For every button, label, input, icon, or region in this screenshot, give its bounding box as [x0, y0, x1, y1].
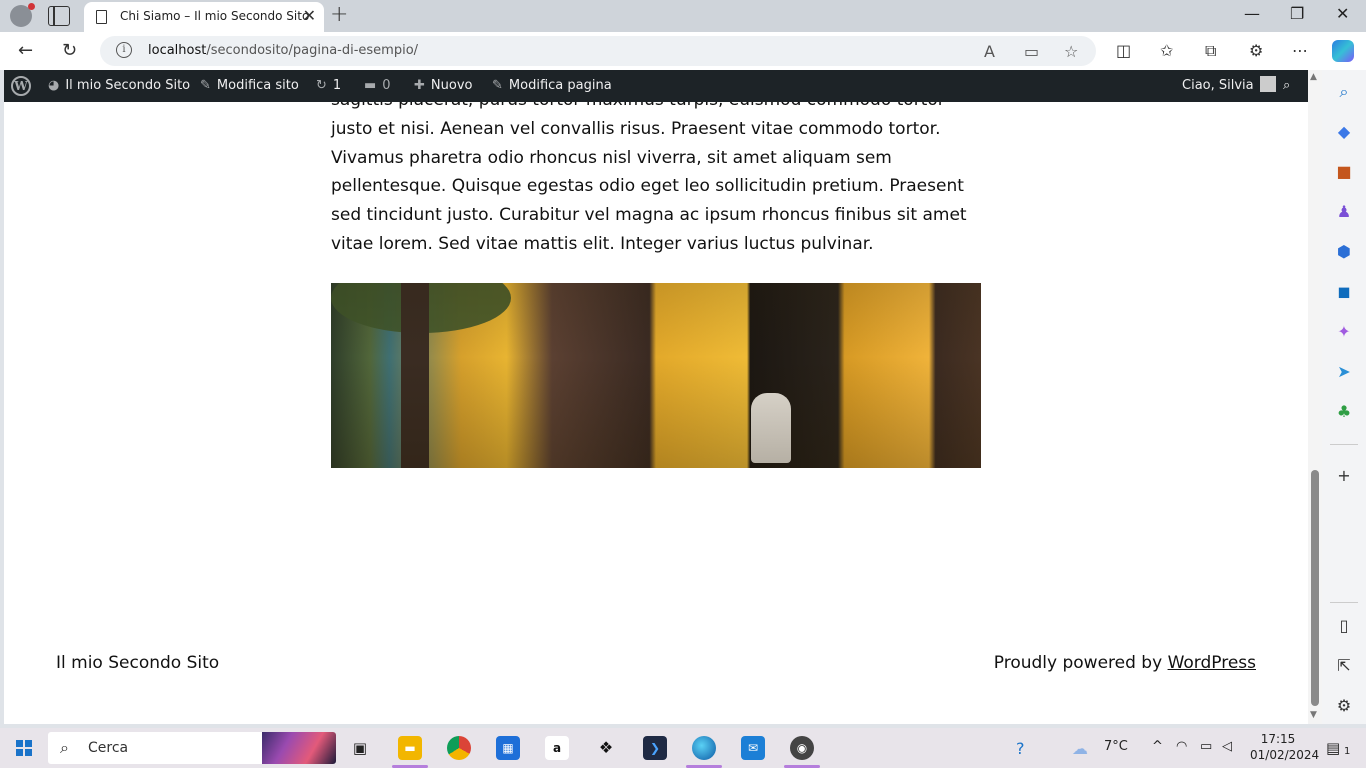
wordpress-link[interactable]: WordPress: [1168, 653, 1256, 673]
admin-bar-edit-page[interactable]: ✎ Modifica pagina: [492, 70, 612, 102]
admin-bar-updates[interactable]: ↻ 1: [316, 70, 341, 102]
games-icon[interactable]: ♟: [1334, 202, 1354, 222]
collections-icon[interactable]: ⧉: [1205, 41, 1216, 61]
minimize-icon[interactable]: —: [1244, 4, 1260, 23]
battery-icon[interactable]: ▭: [1200, 739, 1212, 754]
outlook-icon[interactable]: ◼: [1334, 282, 1354, 302]
wifi-icon[interactable]: ◠: [1176, 739, 1187, 754]
page-viewport: sagittis placerat, purus tortor maximus …: [4, 70, 1308, 724]
article-image: [331, 283, 981, 468]
footer-site-title[interactable]: Il mio Secondo Sito: [56, 653, 219, 673]
mail-icon[interactable]: ✉: [741, 736, 765, 760]
plus-icon: ✚: [414, 78, 425, 93]
microsoft-store-icon[interactable]: ▦: [496, 736, 520, 760]
help-icon[interactable]: ?: [1016, 739, 1025, 758]
send-icon[interactable]: ➤: [1334, 362, 1354, 382]
image-shade: [331, 283, 981, 468]
tab-title: Chi Siamo – Il mio Secondo Sito: [120, 9, 310, 23]
article-paragraph: sagittis placerat, purus tortor maximus …: [331, 90, 967, 254]
task-view-icon[interactable]: ▣: [348, 736, 372, 760]
windows-taskbar: ⌕ Cerca ▣ ▬ ▦ a ❖ ❯ ✉ ◉ ? ☁ 7°C ^ ◠ ▭ ◁ …: [0, 728, 1366, 768]
profile-avatar-icon[interactable]: [10, 3, 35, 27]
clock-date: 01/02/2024: [1250, 748, 1320, 762]
admin-bar-new[interactable]: ✚ Nuovo: [414, 70, 472, 102]
admin-bar-search-icon[interactable]: ⌕: [1283, 70, 1290, 102]
extensions-icon[interactable]: ⚙: [1249, 41, 1263, 60]
search-highlight-art: [262, 732, 336, 764]
notification-count: 1: [1344, 746, 1351, 757]
read-aloud-icon[interactable]: A: [984, 42, 995, 61]
dashboard-icon: ◕: [48, 78, 60, 93]
updates-icon: ↻: [316, 78, 327, 93]
admin-bar-site-name[interactable]: ◕ Il mio Secondo Sito: [48, 70, 190, 102]
search-icon[interactable]: ⌕: [1334, 82, 1354, 102]
user-avatar: [1259, 76, 1276, 92]
admin-bar-comments[interactable]: ▬ 0: [364, 70, 391, 102]
microsoft-365-icon[interactable]: ⬢: [1334, 242, 1354, 262]
weather-cloud-icon[interactable]: ☁: [1072, 739, 1088, 758]
back-icon[interactable]: ←: [18, 40, 33, 61]
sidebar-divider: [1330, 444, 1358, 445]
browser-tab-strip: Chi Siamo – Il mio Secondo Sito ✕ + — ❐ …: [0, 0, 1366, 32]
tools-briefcase-icon[interactable]: ■: [1334, 162, 1354, 182]
split-screen-icon[interactable]: ◫: [1116, 41, 1131, 60]
dropbox-icon[interactable]: ❖: [594, 736, 618, 760]
reload-icon[interactable]: ↻: [62, 40, 77, 61]
address-bar[interactable]: i localhost/secondosito/pagina-di-esempi…: [100, 36, 1096, 66]
open-external-icon[interactable]: ⇱: [1334, 656, 1354, 676]
footer-credits: Proudly powered by WordPress: [993, 653, 1256, 673]
notifications-icon[interactable]: ▤: [1326, 739, 1340, 757]
tab-actions-icon[interactable]: [48, 6, 70, 26]
window-close-icon[interactable]: ✕: [1336, 4, 1349, 23]
wordpress-logo-icon[interactable]: W: [11, 76, 31, 96]
admin-bar-customize[interactable]: ✎ Modifica sito: [200, 70, 299, 102]
tree-icon[interactable]: ♣: [1334, 402, 1354, 422]
search-glass-icon: ⌕: [60, 738, 69, 757]
comment-icon: ▬: [364, 78, 377, 93]
new-tab-button[interactable]: +: [330, 2, 348, 27]
tray-chevron-icon[interactable]: ^: [1152, 739, 1163, 754]
add-sidebar-app-icon[interactable]: +: [1334, 466, 1354, 486]
sidebar-divider: [1330, 602, 1358, 603]
admin-bar-account[interactable]: Ciao, Silvia: [1182, 70, 1276, 102]
immersive-reader-icon[interactable]: ▭: [1024, 42, 1039, 61]
copilot-icon[interactable]: [1332, 40, 1354, 62]
page-icon: [96, 10, 107, 24]
more-menu-icon[interactable]: ⋯: [1292, 41, 1308, 60]
tab-close-icon[interactable]: ✕: [303, 6, 316, 25]
scroll-up-icon[interactable]: ▲: [1310, 72, 1317, 82]
page-scrollbar[interactable]: ▲ ▼: [1308, 70, 1322, 724]
edge-icon[interactable]: [692, 736, 716, 760]
sidebar-panel-icon[interactable]: ▯: [1334, 616, 1354, 636]
taskbar-search[interactable]: ⌕ Cerca: [48, 732, 336, 764]
amazon-icon[interactable]: a: [545, 736, 569, 760]
restore-icon[interactable]: ❐: [1290, 4, 1304, 23]
windows-start-icon[interactable]: [16, 740, 32, 756]
chrome-icon[interactable]: [447, 736, 471, 760]
edge-sidebar: ⌕ ◆ ■ ♟ ⬢ ◼ ✦ ➤ ♣ + ▯ ⇱ ⚙: [1322, 70, 1366, 724]
shopping-tag-icon[interactable]: ◆: [1334, 122, 1354, 142]
scroll-down-icon[interactable]: ▼: [1310, 710, 1317, 720]
url-text[interactable]: localhost/secondosito/pagina-di-esempio/: [148, 43, 418, 58]
file-explorer-icon[interactable]: ▬: [398, 736, 422, 760]
volume-icon[interactable]: ◁: [1222, 739, 1232, 754]
clock-time: 17:15: [1260, 732, 1296, 746]
site-info-icon[interactable]: i: [116, 42, 132, 58]
github-desktop-icon[interactable]: ◉: [790, 736, 814, 760]
wp-admin-bar: W ◕ Il mio Secondo Sito ✎ Modifica sito ↻ 1…: [4, 70, 1308, 102]
brush-icon: ✎: [200, 78, 211, 93]
browser-tab-active[interactable]: Chi Siamo – Il mio Secondo Sito ✕: [84, 2, 324, 32]
taskbar-clock[interactable]: 17:15 01/02/2024: [1250, 731, 1320, 763]
weather-temperature[interactable]: 7°C: [1104, 739, 1128, 754]
taskbar-search-text: Cerca: [88, 740, 129, 756]
pencil-icon: ✎: [492, 78, 503, 93]
designer-icon[interactable]: ✦: [1334, 322, 1354, 342]
settings-gear-icon[interactable]: ⚙: [1334, 696, 1354, 716]
favorites-icon[interactable]: ✩: [1160, 41, 1173, 60]
browser-toolbar: ← ↻ i localhost/secondosito/pagina-di-es…: [0, 32, 1366, 70]
powershell-icon[interactable]: ❯: [643, 736, 667, 760]
favorite-star-icon[interactable]: ☆: [1064, 42, 1078, 61]
scrollbar-thumb[interactable]: [1311, 470, 1319, 706]
